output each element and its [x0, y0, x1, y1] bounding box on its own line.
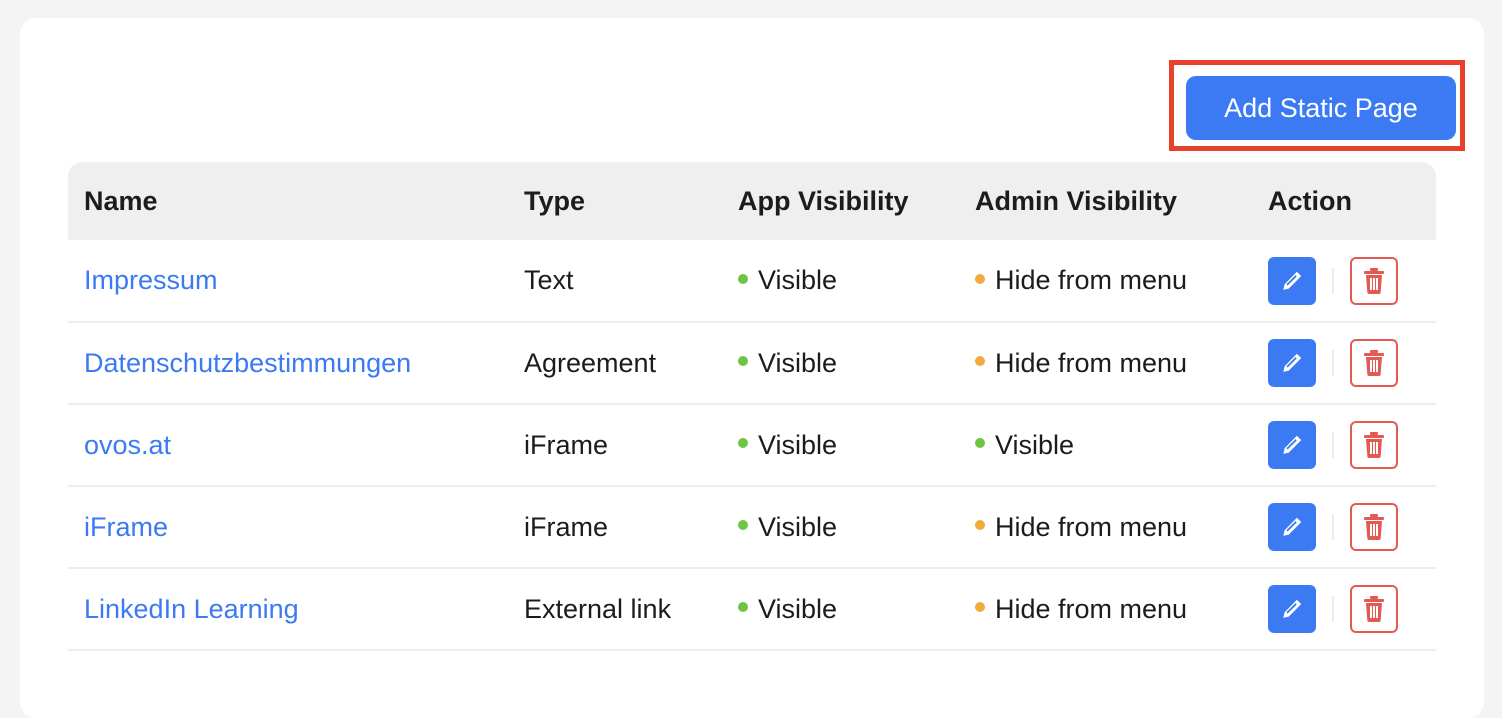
- admin-visibility-label: Hide from menu: [995, 347, 1188, 378]
- actions-cell: [1252, 404, 1436, 486]
- status-dot: [975, 356, 985, 367]
- actions-cell: [1252, 322, 1436, 404]
- status-dot: [975, 602, 985, 613]
- action-divider: [1332, 514, 1334, 540]
- delete-button[interactable]: [1350, 256, 1398, 305]
- action-divider: [1332, 596, 1334, 622]
- delete-button[interactable]: [1350, 585, 1398, 633]
- actions-cell: [1252, 240, 1436, 322]
- pencil-icon: [1283, 517, 1302, 536]
- add-static-page-button[interactable]: Add Static Page: [1186, 76, 1456, 140]
- app-visibility: Visible: [722, 322, 959, 404]
- trash-icon: [1364, 514, 1384, 540]
- table-row: LinkedIn Learning External link Visible …: [68, 568, 1436, 650]
- pencil-icon: [1283, 353, 1302, 372]
- header-app-visibility[interactable]: App Visibility: [722, 162, 959, 240]
- status-dot: [738, 438, 748, 449]
- page-name-link[interactable]: iFrame: [84, 512, 168, 542]
- static-pages-table: Name Type App Visibility Admin Visibilit…: [68, 162, 1436, 651]
- pencil-icon: [1283, 271, 1302, 290]
- table-row: Impressum Text Visible Hide from menu: [68, 240, 1436, 322]
- page-type: Text: [524, 265, 574, 295]
- action-divider: [1332, 350, 1334, 376]
- delete-button[interactable]: [1350, 339, 1398, 387]
- trash-icon: [1364, 432, 1384, 458]
- page-type: External link: [524, 593, 672, 624]
- page-name-link[interactable]: LinkedIn Learning: [84, 594, 299, 624]
- status-dot: [738, 520, 748, 531]
- admin-visibility-label: Hide from menu: [995, 265, 1188, 295]
- pencil-icon: [1283, 435, 1302, 454]
- admin-visibility-label: Hide from menu: [995, 593, 1188, 624]
- app-visibility: Visible: [722, 240, 959, 322]
- header-action: Action: [1268, 185, 1352, 216]
- action-divider: [1332, 267, 1334, 294]
- app-visibility: Visible: [722, 486, 959, 568]
- delete-button[interactable]: [1350, 503, 1398, 551]
- status-dot: [738, 356, 748, 367]
- page-name-link[interactable]: Impressum: [84, 265, 218, 295]
- page-name-link[interactable]: Datenschutzbestimmungen: [84, 348, 411, 378]
- app-visibility-label: Visible: [758, 429, 838, 460]
- app-visibility: Visible: [722, 568, 959, 650]
- delete-button[interactable]: [1350, 421, 1398, 469]
- admin-visibility: Hide from menu: [959, 568, 1252, 650]
- admin-visibility: Hide from menu: [959, 240, 1252, 322]
- status-dot: [975, 520, 985, 531]
- actions-cell: [1252, 486, 1436, 568]
- header-type[interactable]: Type: [508, 162, 722, 240]
- app-visibility-label: Visible: [758, 511, 838, 542]
- app-visibility-label: Visible: [758, 593, 838, 624]
- header-admin-visibility[interactable]: Admin Visibility: [959, 162, 1252, 240]
- edit-button[interactable]: [1268, 503, 1316, 551]
- action-divider: [1332, 432, 1334, 458]
- status-dot: [975, 438, 985, 449]
- admin-visibility: Visible: [959, 404, 1252, 486]
- app-visibility-label: Visible: [758, 347, 838, 378]
- edit-button[interactable]: [1268, 256, 1316, 305]
- trash-icon: [1364, 267, 1384, 294]
- table-row: iFrame iFrame Visible Hide from menu: [68, 486, 1436, 568]
- trash-icon: [1364, 350, 1384, 376]
- edit-button[interactable]: [1268, 339, 1316, 387]
- pencil-icon: [1283, 599, 1302, 618]
- admin-visibility-label: Hide from menu: [995, 511, 1188, 542]
- status-dot: [975, 273, 985, 284]
- edit-button[interactable]: [1268, 585, 1316, 633]
- actions-cell: [1252, 568, 1436, 650]
- status-dot: [738, 602, 748, 613]
- page-type: Agreement: [524, 347, 657, 378]
- header-name[interactable]: Name: [68, 162, 508, 240]
- app-visibility-label: Visible: [758, 265, 838, 295]
- page-name-link[interactable]: ovos.at: [84, 430, 171, 460]
- admin-visibility: Hide from menu: [959, 486, 1252, 568]
- page-type: iFrame: [524, 511, 609, 542]
- page-type: iFrame: [524, 429, 609, 460]
- app-visibility: Visible: [722, 404, 959, 486]
- admin-visibility: Hide from menu: [959, 322, 1252, 404]
- trash-icon: [1364, 596, 1384, 622]
- edit-button[interactable]: [1268, 421, 1316, 469]
- table-header-row: Name Type App Visibility Admin Visibilit…: [68, 162, 1436, 240]
- admin-visibility-label: Visible: [995, 429, 1075, 460]
- table-row: Datenschutzbestimmungen Agreement Visibl…: [68, 322, 1436, 404]
- status-dot: [738, 273, 748, 284]
- table-row: ovos.at iFrame Visible Visible: [68, 404, 1436, 486]
